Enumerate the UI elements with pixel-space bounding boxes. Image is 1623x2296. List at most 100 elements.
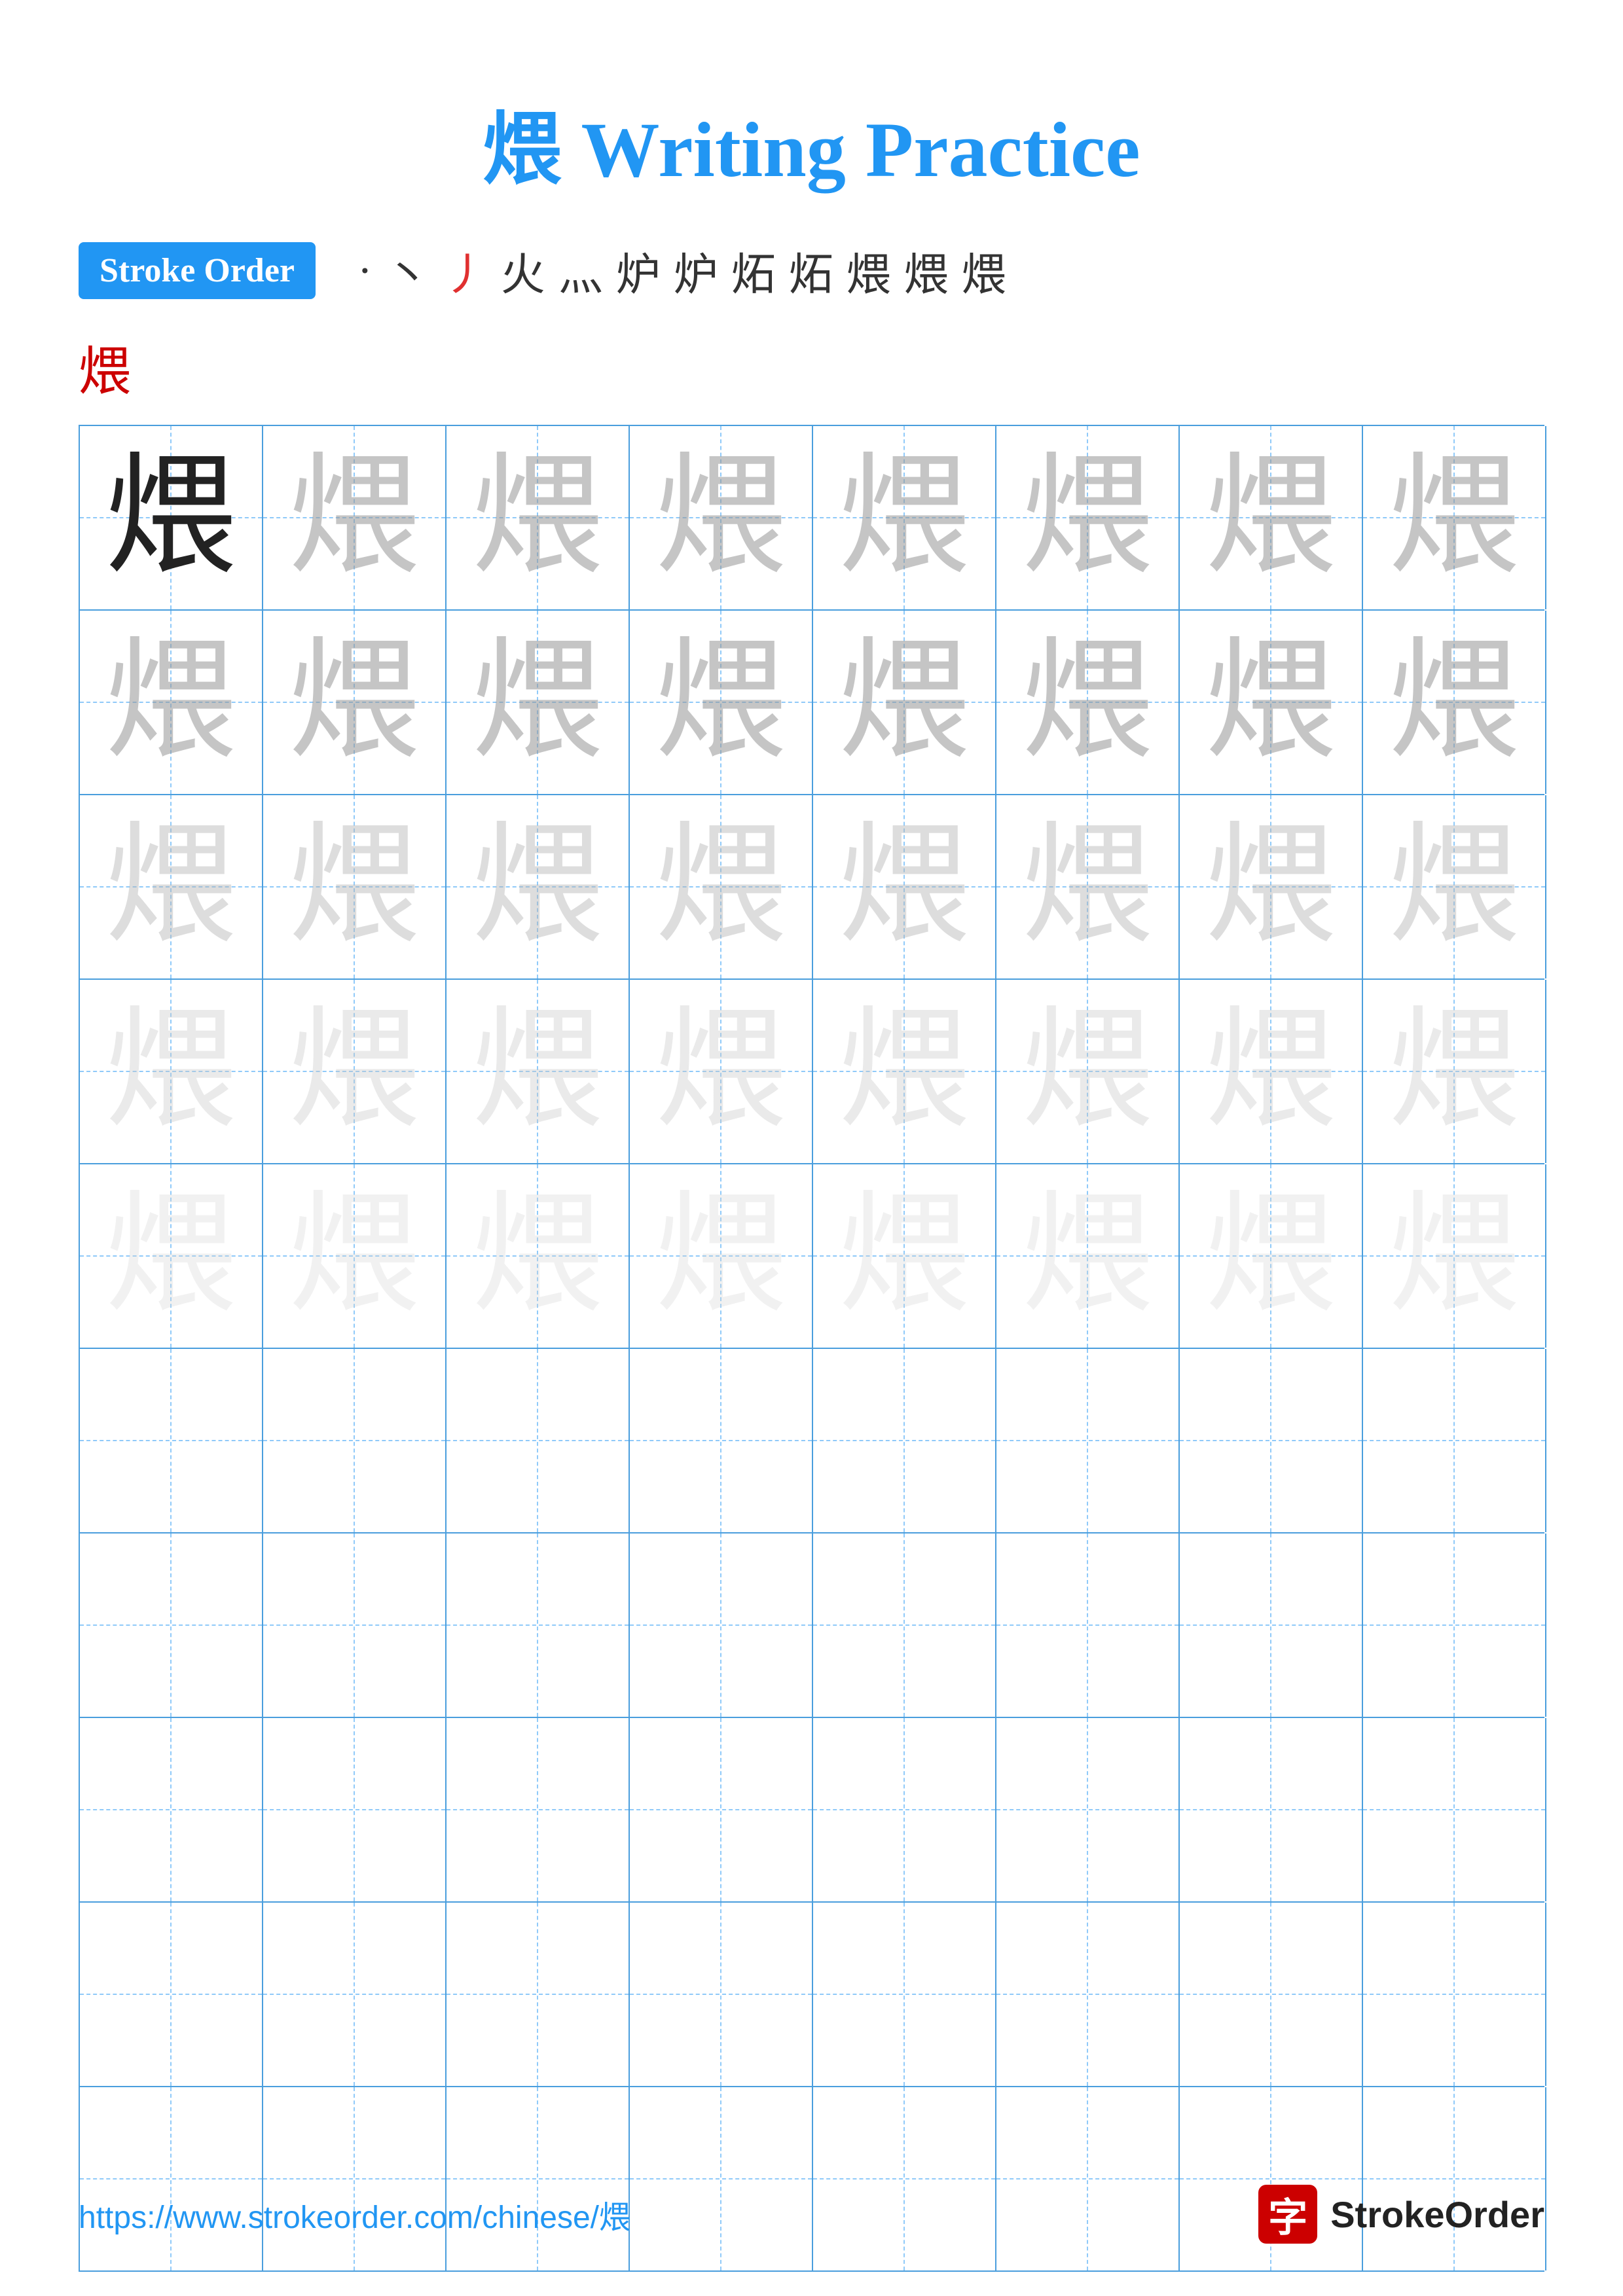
grid-cell[interactable]: 煨 bbox=[447, 795, 630, 978]
practice-char: 煨 bbox=[655, 452, 786, 583]
grid-cell[interactable]: 煨 bbox=[1363, 980, 1546, 1163]
grid-cell[interactable]: 煨 bbox=[630, 1164, 813, 1348]
grid-cell[interactable]: 煨 bbox=[80, 1164, 263, 1348]
grid-cell[interactable] bbox=[80, 1718, 263, 1901]
title-character: 煨 bbox=[483, 106, 561, 193]
practice-grid-container: 煨 煨 煨 煨 煨 煨 煨 煨 煨 煨 煨 煨 煨 煨 煨 煨 煨 煨 煨 煨 … bbox=[0, 425, 1623, 2272]
grid-cell[interactable]: 煨 bbox=[447, 611, 630, 794]
grid-cell[interactable]: 煨 bbox=[996, 611, 1180, 794]
stroke-order-badge: Stroke Order bbox=[79, 242, 316, 299]
grid-cell[interactable]: 煨 bbox=[1180, 426, 1363, 609]
grid-cell[interactable]: 煨 bbox=[813, 980, 996, 1163]
grid-cell[interactable]: 煨 bbox=[813, 611, 996, 794]
grid-cell[interactable]: 煨 bbox=[80, 795, 263, 978]
grid-cell[interactable] bbox=[996, 1903, 1180, 2086]
grid-cell[interactable] bbox=[263, 1534, 447, 1717]
grid-cell[interactable]: 煨 bbox=[447, 426, 630, 609]
grid-row-2: 煨 煨 煨 煨 煨 煨 煨 煨 bbox=[80, 611, 1544, 795]
grid-cell[interactable]: 煨 bbox=[996, 795, 1180, 978]
grid-cell[interactable] bbox=[1363, 1903, 1546, 2086]
grid-cell[interactable] bbox=[630, 1349, 813, 1532]
grid-cell[interactable]: 煨 bbox=[263, 980, 447, 1163]
grid-cell[interactable] bbox=[996, 1349, 1180, 1532]
grid-cell[interactable]: 煨 bbox=[447, 1164, 630, 1348]
grid-cell[interactable]: 煨 bbox=[630, 611, 813, 794]
grid-cell[interactable]: 煨 bbox=[996, 426, 1180, 609]
grid-cell[interactable] bbox=[80, 1349, 263, 1532]
grid-cell[interactable] bbox=[630, 1903, 813, 2086]
practice-grid: 煨 煨 煨 煨 煨 煨 煨 煨 煨 煨 煨 煨 煨 煨 煨 煨 煨 煨 煨 煨 … bbox=[79, 425, 1544, 2272]
grid-cell[interactable] bbox=[996, 1534, 1180, 1717]
grid-cell[interactable] bbox=[813, 1903, 996, 2086]
grid-cell[interactable]: 煨 bbox=[630, 426, 813, 609]
grid-cell[interactable]: 煨 bbox=[813, 795, 996, 978]
grid-cell[interactable] bbox=[1363, 1349, 1546, 1532]
practice-char: 煨 bbox=[839, 637, 970, 768]
grid-cell[interactable] bbox=[263, 1903, 447, 2086]
grid-cell[interactable]: 煨 bbox=[1363, 1164, 1546, 1348]
grid-cell[interactable] bbox=[263, 1718, 447, 1901]
practice-char: 煨 bbox=[1022, 452, 1153, 583]
grid-cell[interactable] bbox=[1180, 1349, 1363, 1532]
grid-cell[interactable]: 煨 bbox=[996, 1164, 1180, 1348]
grid-cell[interactable]: 煨 bbox=[263, 611, 447, 794]
grid-cell[interactable]: 煨 bbox=[447, 980, 630, 1163]
grid-cell[interactable]: 煨 bbox=[1180, 980, 1363, 1163]
grid-cell[interactable] bbox=[630, 1534, 813, 1717]
grid-cell[interactable]: 煨 bbox=[1180, 795, 1363, 978]
stroke-1: · bbox=[357, 245, 373, 296]
grid-cell[interactable] bbox=[630, 1718, 813, 1901]
grid-cell[interactable] bbox=[447, 1349, 630, 1532]
grid-cell[interactable]: 煨 bbox=[80, 980, 263, 1163]
grid-cell[interactable]: 煨 bbox=[630, 795, 813, 978]
grid-cell[interactable]: 煨 bbox=[263, 795, 447, 978]
grid-cell[interactable]: 煨 bbox=[1363, 795, 1546, 978]
grid-cell[interactable]: 煨 bbox=[80, 426, 263, 609]
footer-url[interactable]: https://www.strokeorder.com/chinese/煨 bbox=[79, 2191, 630, 2237]
grid-cell[interactable]: 煨 bbox=[813, 426, 996, 609]
grid-cell[interactable] bbox=[263, 1349, 447, 1532]
grid-cell[interactable] bbox=[1363, 1534, 1546, 1717]
grid-cell[interactable] bbox=[80, 1534, 263, 1717]
grid-row-10 bbox=[80, 2087, 1544, 2272]
grid-cell[interactable]: 煨 bbox=[1180, 611, 1363, 794]
grid-cell[interactable] bbox=[1180, 1718, 1363, 1901]
grid-cell[interactable]: 煨 bbox=[1363, 611, 1546, 794]
practice-char: 煨 bbox=[105, 821, 236, 952]
stroke-9: 炻 bbox=[789, 238, 833, 303]
grid-cell[interactable]: 煨 bbox=[1180, 1164, 1363, 1348]
footer-logo: 字 StrokeOrder bbox=[1258, 2185, 1544, 2244]
practice-char: 煨 bbox=[839, 452, 970, 583]
grid-cell[interactable]: 煨 bbox=[630, 980, 813, 1163]
grid-cell[interactable] bbox=[447, 1534, 630, 1717]
grid-row-6 bbox=[80, 1349, 1544, 1534]
grid-cell[interactable]: 煨 bbox=[263, 426, 447, 609]
grid-cell[interactable]: 煨 bbox=[1363, 426, 1546, 609]
grid-cell[interactable] bbox=[1180, 1534, 1363, 1717]
page-title: 煨 Writing Practice bbox=[0, 0, 1623, 238]
grid-cell[interactable] bbox=[813, 1534, 996, 1717]
practice-char: 煨 bbox=[839, 821, 970, 952]
stroke-3: 丿 bbox=[443, 238, 488, 303]
grid-row-4: 煨 煨 煨 煨 煨 煨 煨 煨 bbox=[80, 980, 1544, 1164]
grid-cell[interactable] bbox=[813, 1349, 996, 1532]
practice-char: 煨 bbox=[1389, 821, 1520, 952]
grid-cell[interactable] bbox=[447, 1718, 630, 1901]
grid-cell[interactable] bbox=[996, 1718, 1180, 1901]
grid-cell[interactable]: 煨 bbox=[996, 980, 1180, 1163]
grid-cell[interactable] bbox=[80, 1903, 263, 2086]
practice-char: 煨 bbox=[1389, 637, 1520, 768]
practice-char: 煨 bbox=[1205, 1191, 1336, 1321]
grid-cell[interactable]: 煨 bbox=[263, 1164, 447, 1348]
grid-cell[interactable]: 煨 bbox=[80, 611, 263, 794]
grid-cell[interactable] bbox=[1363, 1718, 1546, 1901]
grid-cell[interactable] bbox=[813, 1718, 996, 1901]
grid-cell[interactable] bbox=[1180, 1903, 1363, 2086]
grid-cell[interactable]: 煨 bbox=[813, 1164, 996, 1348]
practice-char: 煨 bbox=[472, 452, 603, 583]
grid-cell[interactable] bbox=[447, 1903, 630, 2086]
practice-char: 煨 bbox=[1205, 637, 1336, 768]
stroke-10: 煨 bbox=[847, 238, 891, 303]
practice-char: 煨 bbox=[839, 1191, 970, 1321]
practice-char: 煨 bbox=[289, 1006, 420, 1137]
